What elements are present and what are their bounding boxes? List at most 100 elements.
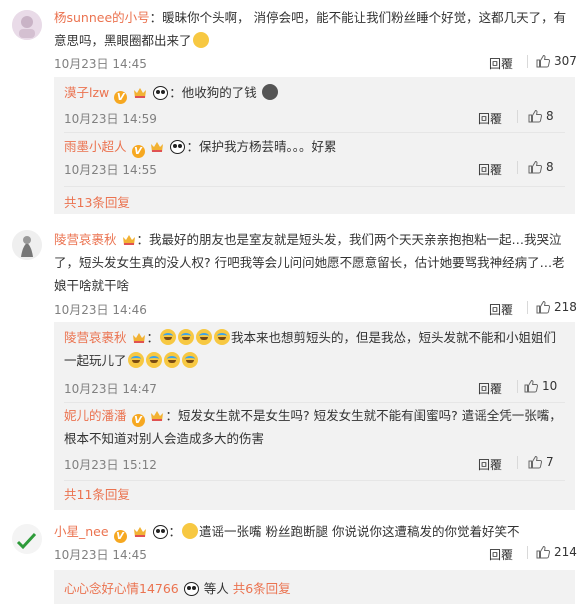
sub-reply: 妮儿的潘潘 V ：短发女生就不是女生吗? 短发女生就不能有闺蜜吗? 遣谣全凭一张… [64, 404, 565, 476]
divider [64, 186, 565, 187]
sub-reply-body: 他收狗的了钱 [181, 85, 257, 100]
cry-emoji-icon [178, 329, 195, 345]
verified-icon: V [114, 91, 128, 104]
sub-reply-text: 妮儿的潘潘 V ：短发女生就不是女生吗? 短发女生就不能有闺蜜吗? 遣谣全凭一张… [64, 408, 562, 446]
sub-reply-text: 雨墨小超人 V ：保护我方杨芸晴。。。好累 [64, 139, 337, 158]
avatar-image [12, 524, 42, 554]
sub-reply-meta: 10月23日 15:12 回覆 7 [64, 454, 565, 474]
comment-text: 陵营哀裹秋 ：我最好的朋友也是室友就是短头发，我们两个天天亲亲抱抱粘一起…我哭泣… [54, 228, 573, 297]
cry-emoji-icon [214, 329, 231, 345]
avatar[interactable] [12, 524, 42, 554]
like-button[interactable]: 218 [536, 300, 577, 314]
reply-button[interactable]: 回覆 [489, 546, 513, 563]
sub-reply-time: 10月23日 14:59 [64, 112, 157, 126]
cry-emoji-icon [196, 329, 213, 345]
like-button[interactable]: 214 [536, 545, 577, 559]
cry-emoji-icon [127, 352, 144, 368]
sub-reply-time: 10月23日 15:12 [64, 458, 157, 472]
avatar[interactable] [12, 10, 42, 40]
more-replies-link[interactable]: 共13条回复 [64, 192, 130, 211]
like-count: 218 [554, 300, 577, 314]
thumbs-up-icon [536, 545, 550, 559]
comment-item: 杨sunnee的小号：暖昧你个头啊， 消停会吧，能不能让我们粉丝睡个好觉，这都几… [0, 0, 587, 214]
reply-button[interactable]: 回覆 [478, 380, 502, 397]
comment-username[interactable]: 杨sunnee的小号 [54, 10, 150, 25]
panda-icon [153, 86, 169, 100]
emoji-icon [192, 32, 209, 48]
panda-icon [170, 140, 186, 154]
sub-reply: 陵营哀裹秋 ：我本来也想剪短头的，但是我怂，短头发就不能和小姐姐们一起玩儿了 1… [64, 326, 565, 398]
thumbs-up-icon [528, 160, 542, 174]
sub-reply-meta: 10月23日 14:59 回覆 8 [64, 108, 565, 128]
cry-emoji-icon [181, 352, 198, 368]
avatar-image [12, 10, 42, 40]
sub-replies-summary: 心心念好心情14766 等人 共6条回复 [64, 578, 291, 597]
crown-icon [132, 333, 145, 343]
sub-username[interactable]: 陵营哀裹秋 [64, 330, 127, 345]
comment-username[interactable]: 陵营哀裹秋 [54, 232, 117, 247]
verified-icon: V [131, 145, 145, 158]
thumbs-up-icon [536, 300, 550, 314]
comment-item: 陵营哀裹秋 ：我最好的朋友也是室友就是短头发，我们两个天天亲亲抱抱粘一起…我哭泣… [0, 226, 587, 516]
reply-button[interactable]: 回覆 [478, 161, 502, 178]
reply-button[interactable]: 回覆 [489, 55, 513, 72]
divider [527, 546, 528, 559]
sub-reply-text: 陵营哀裹秋 ：我本来也想剪短头的，但是我怂，短头发就不能和小姐姐们一起玩儿了 [64, 329, 557, 368]
comment-text: 小星_nee V ：遣谣一张嘴 粉丝跑断腿 你说说你这遭稿发的你觉着好笑不 [54, 523, 520, 543]
like-count: 307 [554, 54, 577, 68]
sub-reply-meta: 10月23日 14:55 回覆 8 [64, 159, 565, 179]
more-replies-link[interactable]: 共6条回复 [233, 581, 291, 596]
summary-text: 等人 [203, 581, 229, 596]
divider [517, 456, 518, 469]
more-replies-link[interactable]: 共11条回复 [64, 484, 130, 503]
sub-reply-meta: 10月23日 14:47 回覆 10 [64, 378, 565, 398]
divider [517, 380, 518, 393]
cry-emoji-icon [160, 329, 177, 345]
sub-reply-body: 起玩儿了 [76, 353, 127, 368]
like-count: 214 [554, 545, 577, 559]
comment-meta: 10月23日 14:45 回覆 214 [54, 544, 577, 564]
comment-time: 10月23日 14:46 [54, 303, 147, 317]
divider [64, 402, 565, 403]
comment-item: 小星_nee V ：遣谣一张嘴 粉丝跑断腿 你说说你这遭稿发的你觉着好笑不 10… [0, 518, 587, 612]
thumbs-up-icon [528, 455, 542, 469]
crown-icon [151, 142, 164, 152]
sub-username[interactable]: 雨墨小超人 [64, 139, 127, 154]
sub-username[interactable]: 妮儿的潘潘 [64, 408, 127, 423]
reply-button[interactable]: 回覆 [478, 110, 502, 127]
sub-reply-text: 漠子lzw V ：他收狗的了钱 [64, 81, 565, 104]
panda-icon [183, 582, 199, 596]
crown-icon [122, 235, 135, 245]
avatar[interactable] [12, 230, 42, 260]
divider [527, 55, 528, 68]
sub-replies: 漠子lzw V ：他收狗的了钱 10月23日 14:59 回覆 8 雨墨小超人 … [54, 77, 575, 214]
avatar-image [12, 230, 42, 260]
divider [517, 110, 518, 123]
sub-username[interactable]: 心心念好心情14766 [64, 581, 179, 596]
like-button[interactable]: 8 [528, 160, 554, 174]
verified-icon: V [113, 530, 127, 543]
reply-button[interactable]: 回覆 [489, 301, 513, 318]
like-button[interactable]: 7 [528, 455, 554, 469]
comment-text: 杨sunnee的小号：暖昧你个头啊， 消停会吧，能不能让我们粉丝睡个好觉，这都几… [54, 6, 573, 52]
cry-emoji-icon [163, 352, 180, 368]
thumbs-up-icon [536, 54, 550, 68]
like-button[interactable]: 10 [524, 379, 557, 393]
divider [64, 480, 565, 481]
sub-username[interactable]: 漠子lzw [64, 85, 109, 100]
emoji-icon [261, 84, 278, 100]
like-count: 10 [542, 379, 558, 393]
sub-replies: 陵营哀裹秋 ：我本来也想剪短头的，但是我怂，短头发就不能和小姐姐们一起玩儿了 1… [54, 322, 575, 510]
comment-time: 10月23日 14:45 [54, 57, 147, 71]
like-button[interactable]: 8 [528, 109, 554, 123]
comment-meta: 10月23日 14:45 回覆 307 [54, 53, 577, 73]
comment-time: 10月23日 14:45 [54, 548, 147, 562]
like-count: 7 [546, 455, 554, 469]
like-button[interactable]: 307 [536, 54, 577, 68]
reply-button[interactable]: 回覆 [478, 456, 502, 473]
panda-icon [152, 525, 168, 539]
comment-username[interactable]: 小星_nee [54, 524, 109, 539]
divider [64, 132, 565, 133]
crown-icon [151, 411, 164, 421]
crown-icon [134, 88, 147, 98]
